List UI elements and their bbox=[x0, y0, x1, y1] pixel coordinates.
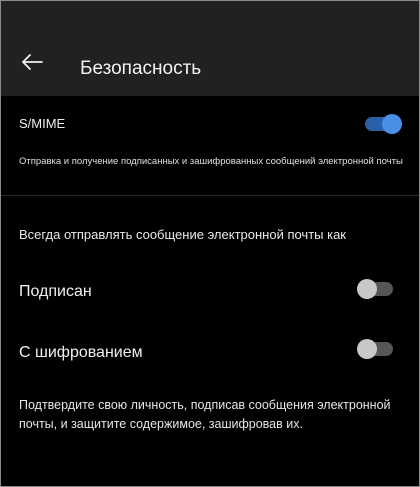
back-button[interactable] bbox=[17, 47, 47, 77]
toggle-knob bbox=[357, 339, 377, 359]
smime-description: Отправка и получение подписанных и зашиф… bbox=[19, 156, 403, 167]
toggle-knob bbox=[382, 114, 402, 134]
page-title: Безопасность bbox=[80, 58, 202, 79]
app-header: Безопасность bbox=[1, 1, 419, 96]
footer-description: Подтвердите свою личность, подписав сооб… bbox=[19, 398, 391, 431]
smime-toggle[interactable] bbox=[365, 114, 402, 134]
smime-label: S/MIME bbox=[19, 116, 66, 131]
section-divider bbox=[1, 195, 419, 196]
encrypted-toggle[interactable] bbox=[357, 339, 393, 359]
arrow-left-icon bbox=[22, 54, 43, 70]
encrypted-label: С шифрованием bbox=[19, 344, 143, 361]
security-settings-screen: Безопасность S/MIME Отправка и получение… bbox=[0, 0, 420, 487]
signed-toggle[interactable] bbox=[357, 279, 393, 299]
signed-label: Подписан bbox=[19, 283, 92, 300]
toggle-knob bbox=[357, 279, 377, 299]
always-send-heading: Всегда отправлять сообщение электронной … bbox=[19, 227, 346, 242]
